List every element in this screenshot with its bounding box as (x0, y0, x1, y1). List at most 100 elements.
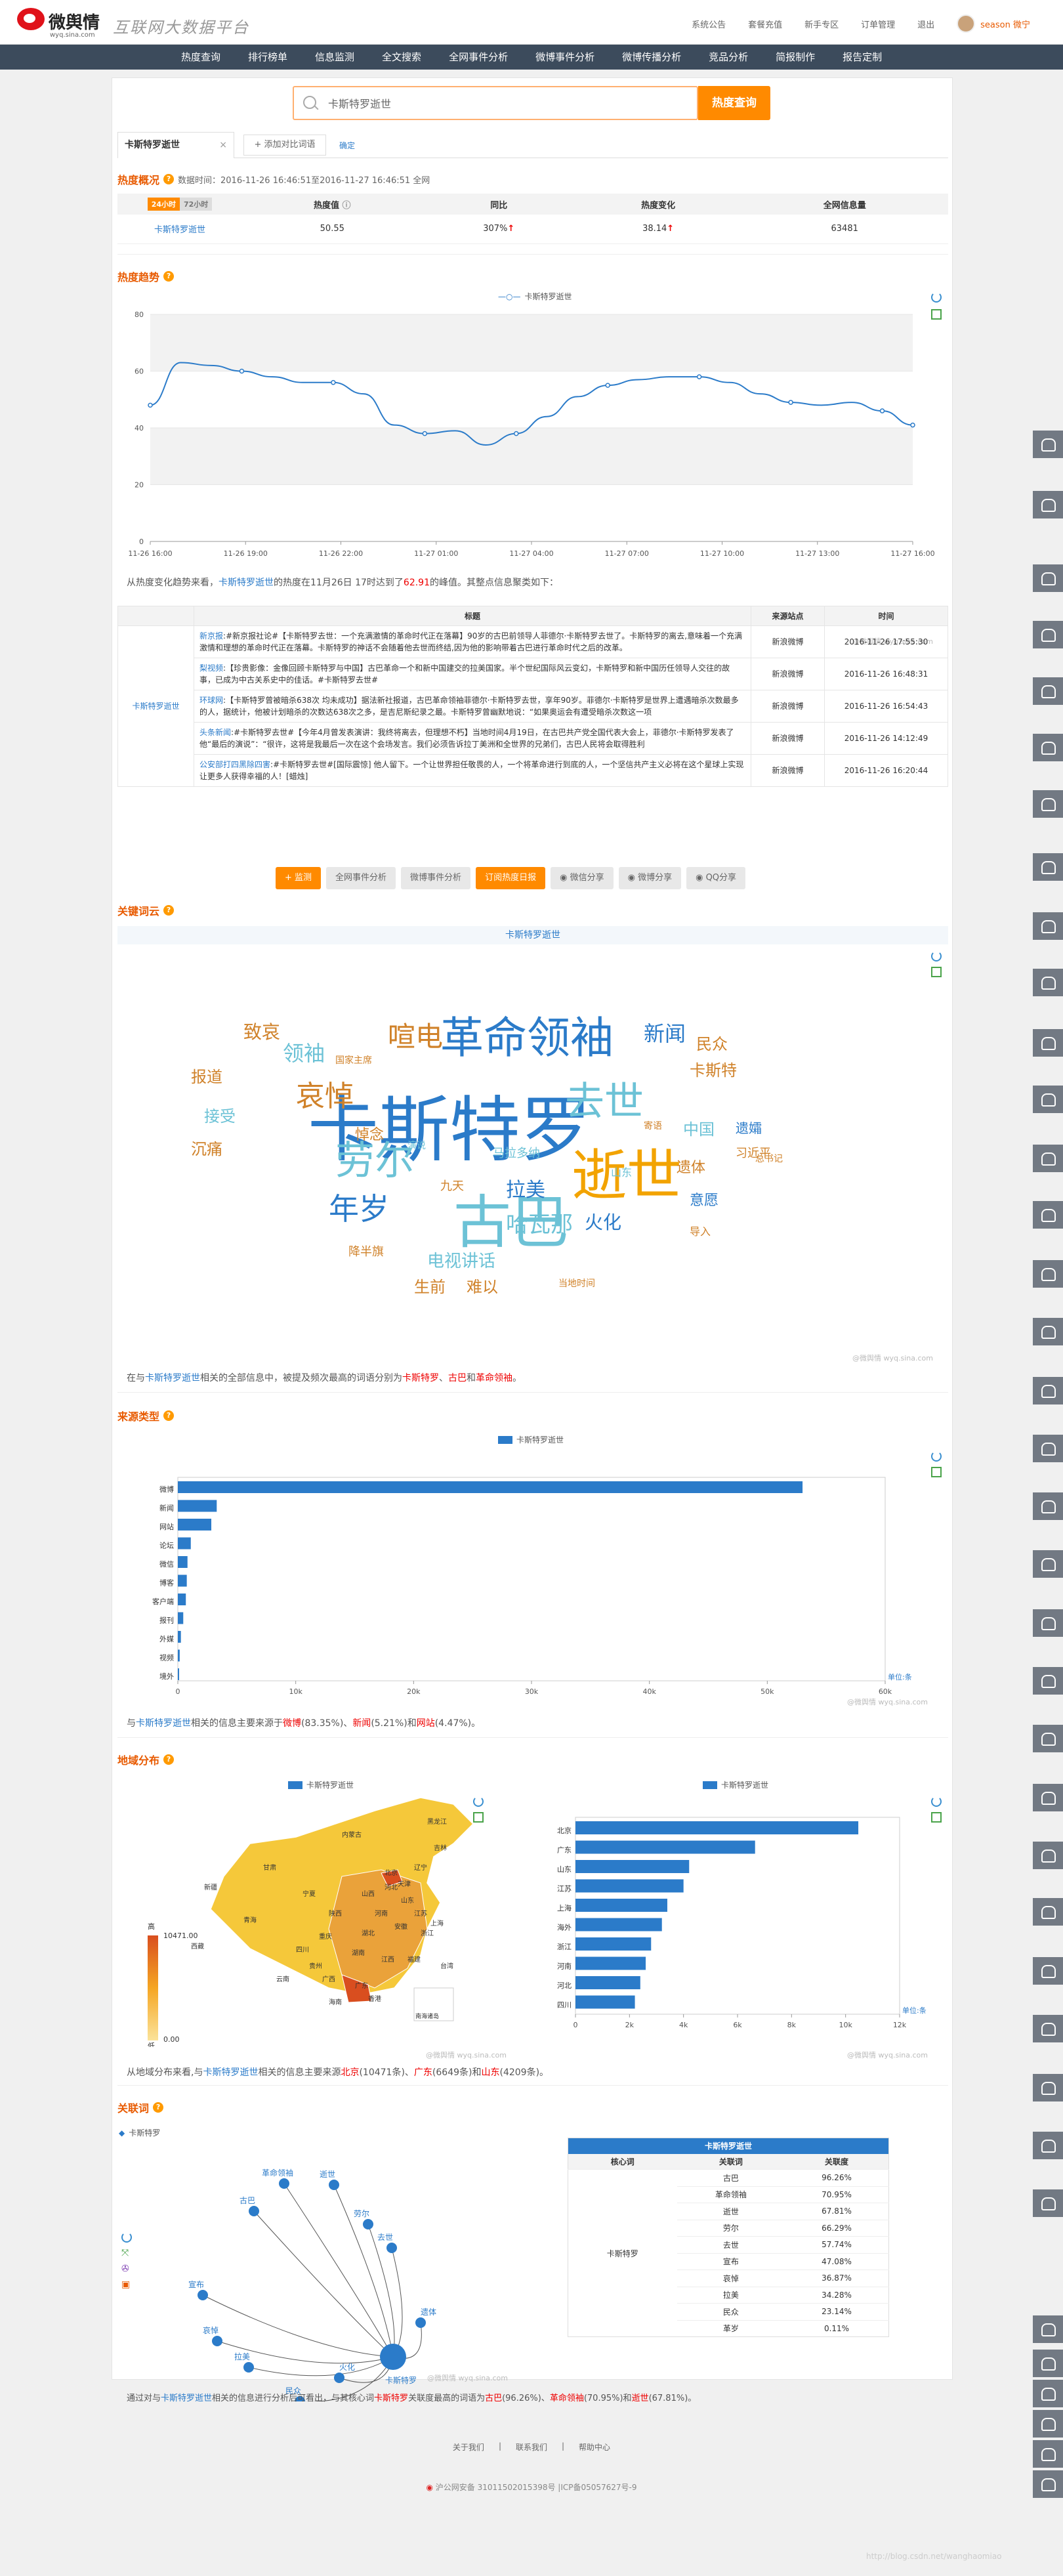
row-title[interactable]: 公安部打四黑除四害:#卡斯特罗去世#[国际震惊] 他人留下。一个让世界担任敬畏的… (194, 754, 751, 787)
nav-item-brief[interactable]: 简报制作 (762, 45, 829, 70)
nav-item-weibo-event[interactable]: 微博事件分析 (522, 45, 608, 70)
user-menu[interactable]: season 微宁 (957, 14, 1030, 33)
refresh-icon[interactable] (931, 1451, 942, 1462)
favorite-icon[interactable] (1033, 1435, 1063, 1462)
favorite-icon[interactable] (1033, 1842, 1063, 1869)
wordcloud-word[interactable]: 当地时间 (558, 1279, 595, 1288)
favorite-icon[interactable] (1033, 1086, 1063, 1113)
nav-item-report[interactable]: 报告定制 (829, 45, 896, 70)
add-compare-button[interactable]: + 添加对比词语 (243, 135, 326, 156)
row-title[interactable]: 环球网:【卡斯特罗曾被暗杀638次 均未成功】据法新社报道，古巴革命领袖菲德尔·… (194, 690, 751, 723)
favorite-icon[interactable] (1033, 564, 1063, 592)
help-icon[interactable]: ? (163, 174, 175, 184)
help-icon[interactable]: ? (163, 905, 175, 916)
favorite-icon[interactable] (1033, 1667, 1063, 1695)
heat-query-button[interactable]: 热度查询 (698, 86, 770, 120)
source-legend[interactable]: 卡斯特罗逝世 (498, 1434, 564, 1445)
wordcloud-word[interactable]: 电视讲话 (427, 1253, 495, 1270)
link-newbie[interactable]: 新手专区 (804, 18, 839, 30)
wordcloud-word[interactable]: 哀悼 (296, 1082, 354, 1111)
favorite-icon[interactable] (1033, 1609, 1063, 1637)
favorite-icon[interactable] (1033, 1725, 1063, 1752)
favorite-icon[interactable] (1033, 491, 1063, 518)
wordcloud-word[interactable]: 九天 (440, 1181, 464, 1193)
link-logout[interactable]: 退出 (917, 18, 934, 30)
toggle-72h[interactable]: 72小时 (180, 198, 213, 211)
refresh-icon[interactable] (931, 292, 942, 303)
nav-item-competitor[interactable]: 竞品分析 (695, 45, 762, 70)
favorite-icon[interactable] (1033, 1898, 1063, 1926)
link-about[interactable]: 关于我们 (453, 2441, 484, 2453)
close-icon[interactable]: × (219, 133, 227, 158)
layout-icon[interactable]: ⤧ (121, 2248, 129, 2258)
weibo-share-button[interactable]: ◉ 微博分享 (618, 867, 682, 889)
map-legend[interactable]: 卡斯特罗逝世 (288, 1779, 354, 1790)
nav-item-monitor[interactable]: 信息监测 (301, 45, 368, 70)
favorite-icon[interactable] (1033, 912, 1063, 940)
nav-item-heat-query[interactable]: 热度查询 (167, 45, 234, 70)
phone-icon[interactable] (1033, 2380, 1063, 2407)
wordcloud-word[interactable]: 火化 (585, 1214, 621, 1232)
wordcloud-word[interactable]: 遗体 (677, 1161, 705, 1175)
wordcloud-word[interactable]: 沉痛 (191, 1141, 222, 1157)
favorite-icon[interactable] (1033, 790, 1063, 818)
wordcloud-word[interactable]: 哈瓦那 (506, 1214, 573, 1236)
favorite-icon[interactable] (1033, 1550, 1063, 1578)
wordcloud-word[interactable]: 寄语 (644, 1122, 662, 1131)
wordcloud-word[interactable]: 报道 (191, 1069, 222, 1085)
help-icon[interactable]: ? (153, 2102, 164, 2113)
wordcloud-word[interactable]: 领袖 (283, 1043, 325, 1064)
nav-item-ranking[interactable]: 排行榜单 (234, 45, 301, 70)
refresh-icon[interactable] (121, 2232, 132, 2243)
save-icon[interactable] (931, 967, 942, 977)
wordcloud-word[interactable]: 民众 (696, 1036, 728, 1052)
row-title[interactable]: 梨视频:【珍贵影像：金像回顾卡斯特罗与中国】古巴革命一个和新中国建交的拉美国家。… (194, 658, 751, 690)
favorite-icon[interactable] (1033, 621, 1063, 648)
qq-share-button[interactable]: ◉ QQ分享 (686, 867, 746, 889)
favorite-icon[interactable] (1033, 2132, 1063, 2159)
wordcloud-word[interactable]: 意愿 (690, 1194, 719, 1208)
wechat-share-button[interactable]: ◉ 微信分享 (551, 867, 614, 889)
link-recharge[interactable]: 套餐充值 (748, 18, 782, 30)
wordcloud-word[interactable]: 致哀 (243, 1023, 280, 1042)
favorite-icon[interactable] (1033, 2189, 1063, 2217)
wordcloud-word[interactable]: 去世 (565, 1082, 644, 1122)
refresh-icon[interactable] (931, 1796, 942, 1807)
favorite-icon[interactable] (1033, 1201, 1063, 1229)
weibo-analysis-button[interactable]: 微博事件分析 (401, 867, 471, 889)
favorite-icon[interactable] (1033, 1029, 1063, 1057)
favorite-icon[interactable] (1033, 1492, 1063, 1520)
confirm-link[interactable]: 确定 (339, 140, 355, 151)
nav-item-event[interactable]: 全网事件分析 (435, 45, 522, 70)
nav-item-weibo-spread[interactable]: 微博传播分析 (608, 45, 695, 70)
wordcloud-word[interactable]: 马拉多纳 (493, 1148, 540, 1160)
favorite-icon[interactable] (1033, 1260, 1063, 1288)
wordcloud-word[interactable]: 接受 (204, 1109, 236, 1124)
favorite-icon[interactable] (1033, 677, 1063, 705)
row-title[interactable]: 新京报:#新京报社论#【卡斯特罗去世：一个充满激情的革命时代正在落幕】90岁的古… (194, 625, 751, 658)
save-image-icon[interactable]: ▣ (121, 2279, 130, 2290)
search-input[interactable] (328, 94, 591, 112)
favorite-icon[interactable] (1033, 2015, 1063, 2042)
favorite-icon[interactable] (1033, 853, 1063, 881)
favorite-icon[interactable] (1033, 1318, 1063, 1345)
wordcloud-word[interactable]: 难以 (467, 1279, 498, 1295)
favorite-icon[interactable] (1033, 969, 1063, 996)
link-orders[interactable]: 订单管理 (861, 18, 895, 30)
help-icon[interactable]: ? (163, 1410, 175, 1421)
subscribe-button[interactable]: 订阅热度日报 (476, 867, 546, 889)
refresh-icon[interactable] (931, 951, 942, 961)
overview-keyword[interactable]: 卡斯特罗逝世 (117, 215, 242, 244)
event-analysis-button[interactable]: 全网事件分析 (326, 867, 396, 889)
trend-legend[interactable]: —○— 卡斯特罗逝世 (498, 291, 572, 302)
wordcloud-word[interactable]: 劳尔 (335, 1141, 414, 1181)
wordcloud-word[interactable]: 导入 (690, 1227, 711, 1237)
wordcloud-word[interactable]: 革命领袖 (440, 1017, 614, 1060)
wordcloud-word[interactable]: 卡斯特 (690, 1063, 737, 1078)
wordcloud-word[interactable]: 降半旗 (348, 1246, 384, 1258)
share-icon[interactable] (1033, 2350, 1063, 2377)
cluster-keyword[interactable]: 卡斯特罗逝世 (117, 625, 194, 787)
region-legend[interactable]: 卡斯特罗逝世 (703, 1779, 768, 1790)
favorite-icon[interactable] (1033, 734, 1063, 761)
wordcloud-word[interactable]: 拉美 (506, 1181, 545, 1200)
